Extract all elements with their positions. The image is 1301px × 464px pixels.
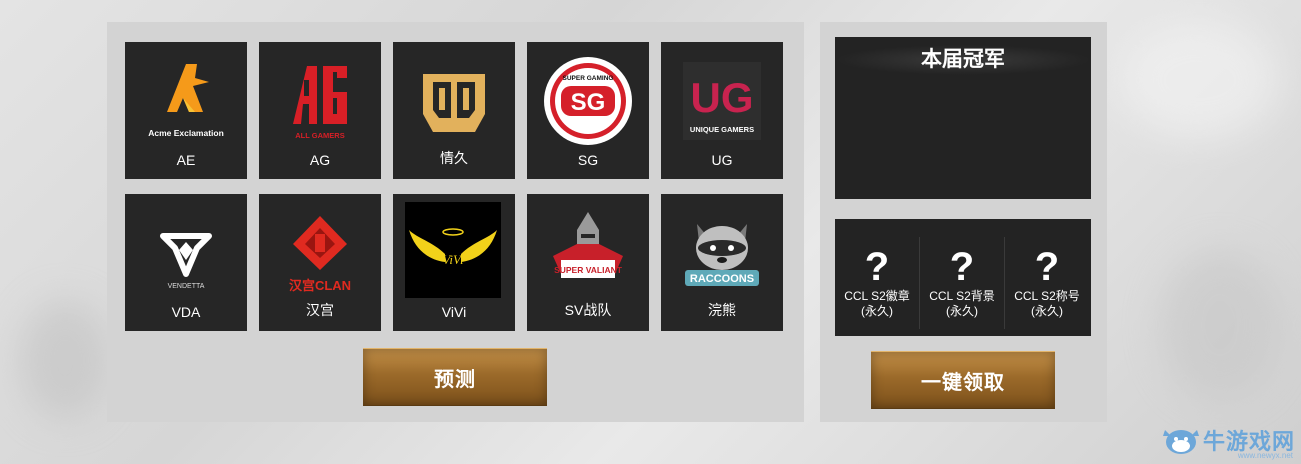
team-card-hangong[interactable]: 汉宫CLAN 汉宫	[259, 194, 381, 331]
question-mark-icon: ?	[1034, 245, 1060, 289]
team-name: AG	[309, 152, 331, 168]
team-card-ug[interactable]: UG UNIQUE GAMERS UG	[661, 42, 783, 179]
team-name: 情久	[440, 150, 468, 166]
reward-label: CCL S2徽章	[844, 289, 910, 303]
reward-duration: (永久)	[1031, 304, 1063, 318]
vda-logo-icon: VENDETTA	[137, 204, 235, 302]
team-name: VDA	[171, 304, 201, 320]
team-name: AE	[176, 152, 196, 168]
cow-mascot-icon	[1162, 430, 1199, 454]
team-name: 浣熊	[708, 302, 736, 318]
champion-title: 本届冠军	[835, 45, 1091, 75]
logo-text: Acme Exclamation	[148, 128, 224, 138]
team-name: ViVi	[441, 304, 467, 320]
team-card-ag[interactable]: ALL GAMERS AG	[259, 42, 381, 179]
claim-all-button[interactable]: 一键领取	[871, 351, 1055, 409]
logo-mark: UG	[691, 74, 754, 121]
watermark-url: www.newyx.net	[1237, 451, 1293, 460]
sv-knight-icon: SUPER VALIANT	[539, 204, 637, 302]
background-smudge	[1160, 250, 1280, 400]
logo-text: ALL GAMERS	[295, 131, 344, 140]
logo-text: SUPER VALIANT	[554, 265, 623, 275]
raccoon-icon: RACCOONS	[673, 204, 771, 302]
logo-text: UNIQUE GAMERS	[690, 125, 754, 134]
background-smudge	[1120, 20, 1280, 140]
team-name: 汉宫	[306, 302, 334, 318]
reward-label: CCL S2背景	[929, 289, 995, 303]
team-card-sg[interactable]: SUPER GAMING SG SG	[527, 42, 649, 179]
question-mark-icon: ?	[864, 245, 890, 289]
reward-label: CCL S2称号	[1014, 289, 1080, 303]
team-card-raccoons[interactable]: RACCOONS 浣熊	[661, 194, 783, 331]
watermark: 牛游戏网 www.newyx.net	[1159, 422, 1295, 460]
logo-text: ViVi	[442, 252, 464, 267]
question-mark-icon: ?	[949, 245, 975, 289]
reward-background: ? CCL S2背景 (永久)	[920, 235, 1004, 329]
team-card-qingjiu[interactable]: 情久	[393, 42, 515, 179]
reward-duration: (永久)	[946, 304, 978, 318]
team-card-ae[interactable]: Acme Exclamation AE	[125, 42, 247, 179]
predict-button[interactable]: 预测	[363, 348, 547, 406]
team-name: SG	[577, 152, 599, 168]
ag-logo-icon: ALL GAMERS	[271, 52, 369, 150]
logo-text: VENDETTA	[168, 283, 205, 290]
vivi-wings-icon: ViVi	[405, 202, 501, 298]
background-smudge	[20, 300, 110, 420]
logo-text: 汉宫CLAN	[289, 278, 351, 293]
champion-box: 本届冠军	[835, 37, 1091, 199]
ae-flame-icon: Acme Exclamation	[137, 52, 235, 150]
reward-duration: (永久)	[861, 304, 893, 318]
logo-text: RACCOONS	[690, 273, 754, 285]
logo-mark: SG	[571, 89, 606, 116]
team-card-sv[interactable]: SUPER VALIANT SV战队	[527, 194, 649, 331]
reward-title: ? CCL S2称号 (永久)	[1005, 235, 1089, 329]
ug-logo-icon: UG UNIQUE GAMERS	[673, 52, 771, 150]
team-name: SV战队	[564, 302, 612, 318]
reward-badge: ? CCL S2徽章 (永久)	[835, 235, 919, 329]
team-card-vda[interactable]: VENDETTA VDA	[125, 194, 247, 331]
hangong-logo-icon: 汉宫CLAN	[271, 204, 369, 302]
qingjiu-shield-icon	[405, 52, 503, 150]
logo-text: SUPER GAMING	[563, 75, 614, 82]
sg-circle-icon: SUPER GAMING SG	[539, 52, 637, 150]
team-card-vivi[interactable]: ViVi ViVi	[393, 194, 515, 331]
reward-box: ? CCL S2徽章 (永久) ? CCL S2背景 (永久) ? CCL S2…	[835, 219, 1091, 336]
team-name: UG	[711, 152, 733, 168]
